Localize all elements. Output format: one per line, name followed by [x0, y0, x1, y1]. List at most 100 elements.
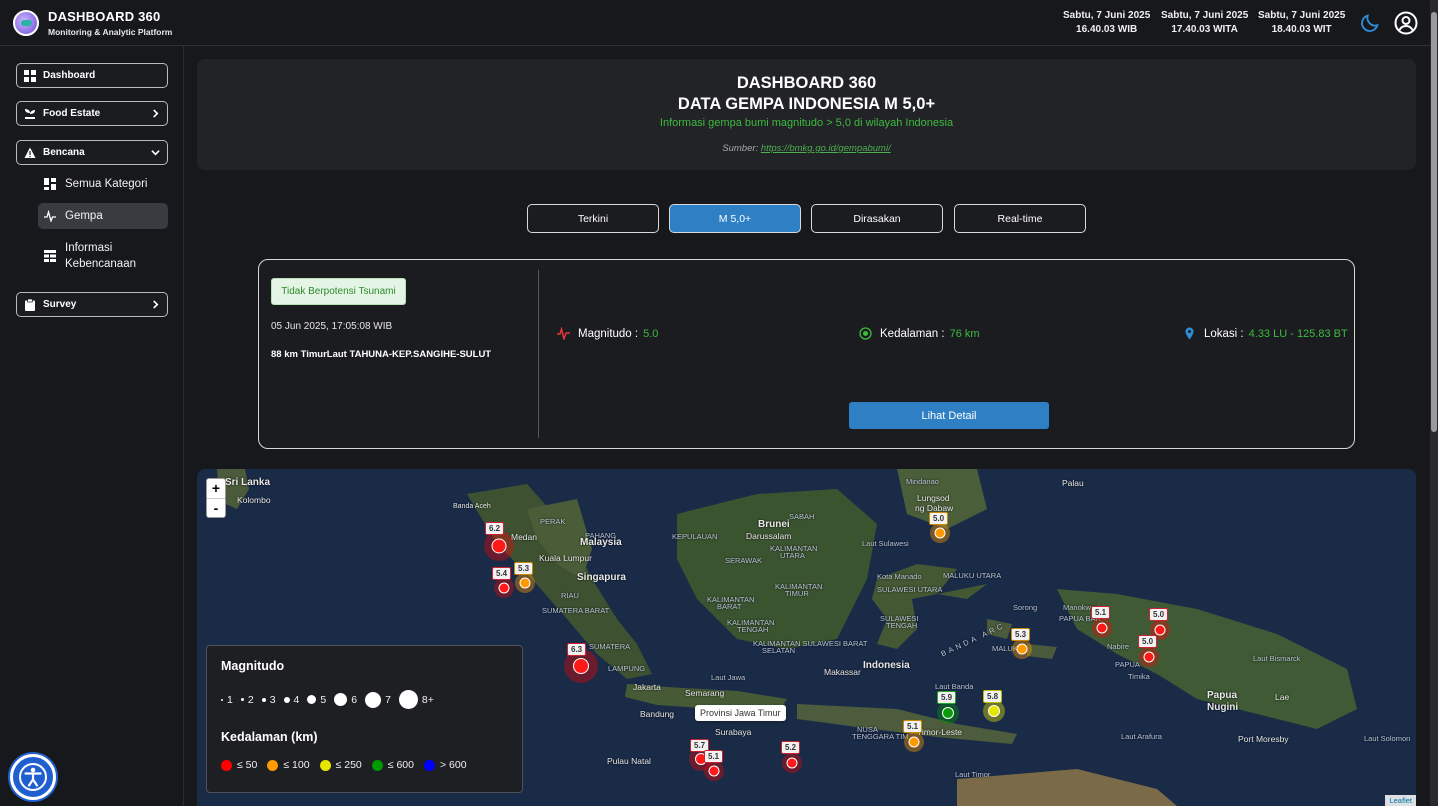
- legend-mag-item: 6: [334, 693, 357, 706]
- legend-mag-label: 1: [227, 693, 233, 706]
- legend-mag-item: 2: [240, 693, 254, 706]
- top-bar: DASHBOARD 360 Monitoring & Analytic Plat…: [0, 0, 1438, 46]
- legend-mag-label: 4: [293, 693, 300, 706]
- location-value: 4.33 LU - 125.83 BT: [1248, 327, 1348, 340]
- legend-mag-item: 4: [283, 693, 300, 706]
- sidebar-item-label: Food Estate: [43, 108, 101, 119]
- legend-mag-dot: [307, 695, 317, 704]
- legend-mag-item: 8+: [398, 690, 434, 709]
- target-icon: [859, 327, 872, 340]
- legend-mag-dot: [283, 696, 290, 703]
- sidebar-subitem-semua-kategori[interactable]: Semua Kategori: [38, 174, 168, 194]
- quake-marker[interactable]: [937, 702, 959, 724]
- map-pin-icon: [1185, 327, 1194, 340]
- sidebar-item-dashboard[interactable]: Dashboard: [16, 63, 168, 88]
- quake-marker[interactable]: [1092, 618, 1112, 638]
- moon-icon[interactable]: [1359, 12, 1381, 34]
- legend-depth-label: > 600: [439, 759, 467, 771]
- scrollbar-thumb[interactable]: [1431, 12, 1437, 432]
- tab-m5-plus[interactable]: M 5,0+: [669, 204, 801, 233]
- grid-icon: [24, 70, 36, 82]
- app-logo[interactable]: [13, 10, 39, 36]
- tab-terkini[interactable]: Terkini: [527, 204, 659, 233]
- quake-marker[interactable]: [494, 578, 514, 598]
- sidebar-item-label: Bencana: [43, 147, 85, 158]
- clock-wita: Sabtu, 7 Juni 2025 17.40.03 WITA: [1161, 9, 1248, 37]
- legend-depth-label: ≤ 600: [387, 759, 414, 771]
- sidebar-subitem-label-line2: Kebencanaan: [65, 258, 136, 270]
- legend-mag-label: 6: [351, 693, 358, 706]
- source-line: Sumber: https://bmkg.go.id/gempabumi/: [197, 143, 1416, 154]
- legend-mag-item: 5: [307, 694, 326, 706]
- quake-marker[interactable]: [704, 761, 724, 781]
- sidebar-subitem-gempa[interactable]: Gempa: [38, 203, 168, 229]
- warning-icon: [24, 147, 36, 158]
- page-heading: DATA GEMPA INDONESIA M 5,0+: [677, 95, 936, 113]
- legend-mag-item: 3: [261, 693, 276, 706]
- depth-metric: Kedalaman : 76 km: [859, 327, 980, 340]
- clock-date: Sabtu, 7 Juni 2025: [1258, 10, 1346, 21]
- sidebar-item-food-estate[interactable]: Food Estate: [16, 101, 168, 126]
- earthquake-map[interactable]: Sri Lanka Kolombo Banda Aceh Medan PERAK…: [197, 469, 1416, 806]
- quake-marker[interactable]: [1139, 647, 1159, 667]
- map-attribution[interactable]: Leaflet: [1385, 795, 1416, 806]
- quake-marker-label: 5.0: [1149, 608, 1169, 621]
- quake-marker[interactable]: [515, 573, 535, 593]
- location-metric: Lokasi : 4.33 LU - 125.83 BT: [1183, 327, 1348, 340]
- legend-depth-label: ≤ 250: [335, 759, 362, 771]
- legend-mag-dot: [240, 698, 244, 701]
- legend-depth-item: ≤ 100: [267, 759, 310, 771]
- sidebar-item-bencana[interactable]: Bencana: [16, 140, 168, 165]
- quake-marker[interactable]: [904, 732, 924, 752]
- quake-marker-label: 5.1: [704, 750, 724, 763]
- legend-mag-label: 3: [269, 693, 276, 706]
- quake-marker[interactable]: [782, 753, 802, 773]
- sidebar-subitem-label: Semua Kategori: [65, 178, 148, 190]
- user-account-icon[interactable]: [1394, 11, 1418, 35]
- tab-dirasakan[interactable]: Dirasakan: [811, 204, 943, 233]
- quake-marker-label: 5.1: [903, 720, 923, 733]
- legend-depth-title: Kedalaman (km): [221, 730, 318, 744]
- quake-marker[interactable]: [1012, 639, 1032, 659]
- legend-depth-dot: [371, 759, 383, 771]
- quake-marker[interactable]: [983, 700, 1005, 722]
- page-title: DASHBOARD 360: [736, 74, 877, 92]
- clock-date: Sabtu, 7 Juni 2025: [1161, 10, 1249, 21]
- legend-mag-label: 7: [385, 693, 391, 706]
- quake-marker-label: 5.3: [1011, 628, 1031, 641]
- quake-marker-label: 5.2: [781, 741, 801, 754]
- legend-depth-dot: [423, 759, 435, 771]
- view-detail-button[interactable]: Lihat Detail: [849, 402, 1049, 429]
- tab-real-time[interactable]: Real-time: [954, 204, 1086, 233]
- source-label: Sumber:: [722, 143, 759, 154]
- legend-mag-dot: [221, 698, 223, 701]
- plant-icon: [25, 109, 35, 119]
- legend-mag-label: 5: [320, 693, 327, 706]
- quake-marker-label: 5.3: [514, 562, 534, 575]
- legend-depth-item: > 600: [423, 759, 467, 771]
- legend-depth-row: ≤ 50 ≤ 100 ≤ 250 ≤ 600 > 600: [221, 759, 467, 771]
- legend-mag-item: 7: [365, 691, 391, 708]
- quake-marker[interactable]: [484, 531, 514, 561]
- chevron-right-icon: [153, 300, 159, 309]
- legend-depth-dot: [319, 759, 331, 771]
- source-link[interactable]: https://bmkg.go.id/gempabumi/: [761, 143, 891, 154]
- quake-marker-label: 5.8: [983, 690, 1003, 703]
- chevron-down-icon: [151, 150, 160, 156]
- legend-mag-label: 2: [247, 693, 254, 706]
- legend-depth-label: ≤ 100: [283, 759, 310, 771]
- table-icon: [44, 250, 56, 262]
- app-title: DASHBOARD 360: [48, 9, 161, 24]
- page-subtitle: Informasi gempa bumi magnitudo > 5,0 di …: [659, 117, 954, 129]
- map-legend: Magnitudo 1 2 3 4 5 6 7 8+ Kedalaman (km…: [206, 645, 523, 793]
- accessibility-button[interactable]: [10, 754, 56, 800]
- legend-depth-item: ≤ 50: [221, 759, 257, 771]
- sidebar-item-survey[interactable]: Survey: [16, 292, 168, 317]
- clock-time: 16.40.03 WIB: [1076, 24, 1138, 35]
- legend-depth-dot: [267, 759, 279, 771]
- legend-mag-item: 1: [221, 694, 233, 706]
- quake-marker[interactable]: [930, 523, 950, 543]
- accessibility-icon: [19, 763, 47, 791]
- sidebar-subitem-informasi-kebencanaan[interactable]: Informasi Kebencanaan: [38, 239, 168, 273]
- card-divider: [538, 270, 539, 438]
